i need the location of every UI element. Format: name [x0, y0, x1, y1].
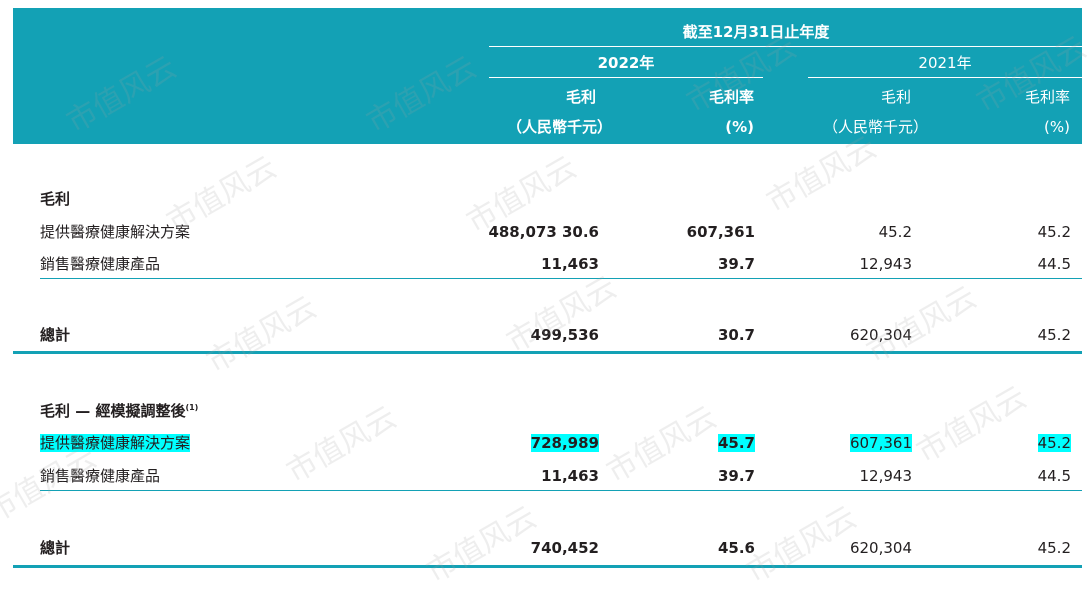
total-gpm-2022: 30.7	[717, 326, 755, 344]
col-gross-margin-2022: 毛利率	[708, 88, 754, 106]
total-gpm-2022: 45.6	[717, 539, 755, 557]
cell-gpm-2021: 45.2	[1037, 223, 1071, 241]
highlighted-value: 45.7	[717, 434, 755, 452]
unit-gross-margin-2021: (%)	[1044, 118, 1070, 136]
row-label: 銷售醫療健康產品	[40, 255, 161, 273]
total-gp-2022: 740,452	[530, 539, 599, 557]
unit-gross-profit-2021: （人民幣千元）	[822, 118, 928, 136]
subtotal-rule	[40, 278, 1082, 279]
section-adjusted-gross-profit-title: 毛利 — 經模擬調整後(1)	[40, 401, 198, 421]
row-label: 提供醫療健康解決方案	[40, 433, 191, 453]
cell-gp-2021: 607,361	[849, 433, 912, 453]
row-label: 銷售醫療健康產品	[40, 467, 161, 485]
cell-gpm-2022: 45.7	[717, 433, 755, 453]
section-title-text: 毛利 — 經模擬調整後	[40, 402, 186, 420]
year-2021-heading: 2021年	[918, 54, 972, 72]
row-label: 提供醫療健康解決方案	[40, 223, 191, 241]
cell-gp-2021: 45.2	[878, 223, 912, 241]
period-underline	[489, 46, 1082, 47]
cell-gp-2022: 488,073 30.6	[488, 223, 599, 241]
total-gp-2021: 620,304	[849, 539, 912, 557]
total-gp-2021: 620,304	[849, 326, 912, 344]
watermark: 市值风云	[201, 289, 323, 381]
total-rule	[13, 351, 1082, 354]
total-label: 總計	[40, 539, 71, 557]
watermark: 市值风云	[281, 399, 403, 491]
watermark: 市值风云	[911, 379, 1033, 471]
total-gp-2022: 499,536	[530, 326, 599, 344]
cell-gpm-2022: 39.7	[717, 467, 755, 485]
cell-gpm-2021: 45.2	[1037, 433, 1071, 453]
watermark: 市值风云	[741, 499, 863, 591]
footnote-marker: (1)	[185, 403, 199, 412]
col-gross-profit-2021: 毛利	[880, 88, 911, 106]
cell-gp-2022: 11,463	[541, 467, 599, 485]
col-gross-margin-2021: 毛利率	[1024, 88, 1070, 106]
unit-gross-margin-2022: (%)	[725, 118, 754, 136]
highlighted-value: 728,989	[530, 434, 599, 452]
total-gpm-2021: 45.2	[1037, 326, 1071, 344]
cell-gp-2021: 12,943	[859, 255, 913, 273]
total-gpm-2021: 45.2	[1037, 539, 1071, 557]
cell-gpm-2022: 39.7	[717, 255, 755, 273]
subtotal-rule	[40, 490, 1082, 491]
total-label: 總計	[40, 326, 71, 344]
year-2021-underline	[808, 77, 1082, 78]
cell-gpm-2022: 607,361	[686, 223, 755, 241]
highlighted-value: 45.2	[1037, 434, 1071, 452]
section-gross-profit-title: 毛利	[40, 190, 71, 208]
highlighted-value: 607,361	[849, 434, 912, 452]
unit-gross-profit-2022: （人民幣千元）	[506, 118, 612, 136]
cell-gp-2022: 728,989	[530, 433, 599, 453]
table-header: 截至12月31日止年度 2022年 2021年 毛利 毛利率 毛利 毛利率 （人…	[13, 8, 1082, 144]
col-gross-profit-2022: 毛利	[565, 88, 596, 106]
cell-gp-2022: 11,463	[541, 255, 599, 273]
watermark: 市值风云	[421, 499, 543, 591]
year-2022-heading: 2022年	[597, 54, 655, 72]
cell-gp-2021: 12,943	[859, 467, 913, 485]
watermark: 市值风云	[861, 279, 983, 371]
watermark: 市值风云	[601, 399, 723, 491]
year-2022-underline	[489, 77, 763, 78]
cell-gpm-2021: 44.5	[1037, 467, 1071, 485]
total-rule	[13, 565, 1082, 568]
cell-gpm-2021: 44.5	[1037, 255, 1071, 273]
period-heading: 截至12月31日止年度	[682, 23, 830, 41]
highlighted-label: 提供醫療健康解決方案	[40, 434, 191, 452]
